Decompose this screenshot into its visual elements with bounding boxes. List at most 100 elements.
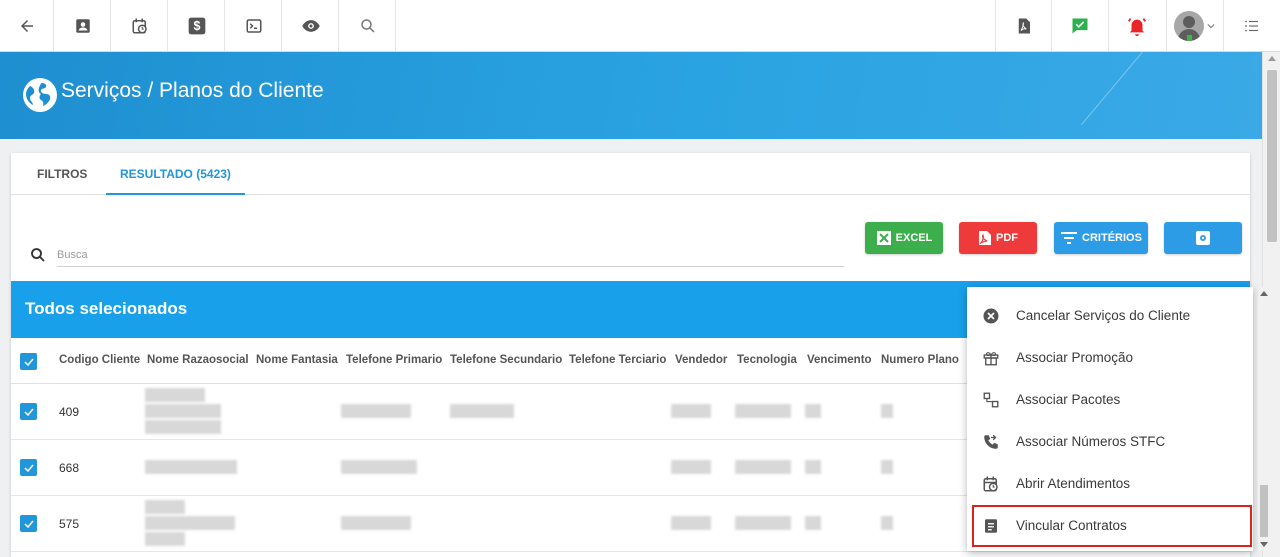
- redacted-cell: [341, 516, 411, 530]
- menu-item-vincular-contratos[interactable]: Vincular Contratos: [972, 505, 1252, 547]
- alarm-bell-icon: [1127, 17, 1146, 36]
- terminal-button[interactable]: [226, 0, 282, 51]
- col-telefone-terciario[interactable]: Telefone Terciario: [569, 354, 666, 366]
- page-header: Serviços / Planos do Cliente: [0, 52, 1262, 139]
- check-icon: [23, 520, 34, 528]
- pdf-icon: [979, 231, 991, 245]
- redacted-cell: [341, 460, 417, 474]
- col-vendedor[interactable]: Vendedor: [675, 354, 727, 366]
- filter-lines-icon: [1061, 232, 1078, 244]
- col-vencimento[interactable]: Vencimento: [807, 354, 872, 366]
- redacted-cell: [145, 460, 237, 474]
- column-settings-button[interactable]: [1164, 222, 1242, 254]
- tab-filtros[interactable]: FILTROS: [23, 153, 101, 195]
- menu-item-label: Abrir Atendimentos: [1016, 476, 1131, 491]
- redacted-cell: [881, 460, 893, 474]
- row-checkbox[interactable]: [20, 459, 37, 476]
- terminal-icon: [246, 18, 261, 33]
- cell-codigo-cliente: 575: [59, 517, 80, 531]
- calendar-clock-icon: [983, 476, 998, 492]
- menu-item-associar-promocao[interactable]: Associar Promoção: [967, 337, 1253, 379]
- view-button[interactable]: [283, 0, 339, 51]
- pdf-label: PDF: [996, 232, 1018, 244]
- user-menu[interactable]: [1166, 0, 1222, 51]
- redacted-cell: [805, 404, 821, 418]
- page-title: Serviços / Planos do Cliente: [61, 79, 324, 102]
- redacted-cell: [735, 460, 791, 474]
- search-button[interactable]: [340, 0, 396, 51]
- selection-text: Todos selecionados: [25, 299, 188, 318]
- col-telefone-secundario[interactable]: Telefone Secundario: [450, 354, 562, 366]
- eye-icon: [301, 19, 320, 32]
- redacted-cell: [145, 500, 185, 514]
- row-checkbox[interactable]: [20, 403, 37, 420]
- gift-icon: [983, 352, 999, 366]
- menu-item-associar-numeros-stfc[interactable]: Associar Números STFC: [967, 421, 1253, 463]
- globe-icon: [23, 78, 57, 112]
- calendar-button[interactable]: [112, 0, 168, 51]
- chevron-down-icon: [1207, 23, 1215, 28]
- redacted-cell: [805, 516, 821, 530]
- redacted-cell: [671, 404, 711, 418]
- pdf-export-button[interactable]: PDF: [959, 222, 1037, 254]
- col-numero-plano[interactable]: Numero Plano: [881, 354, 959, 366]
- menu-list-button[interactable]: [1223, 0, 1279, 51]
- menu-item-cancelar-servicos[interactable]: Cancelar Serviços do Cliente: [967, 295, 1253, 337]
- col-nome-razaosocial[interactable]: Nome Razaosocial: [147, 354, 249, 366]
- col-nome-fantasia[interactable]: Nome Fantasia: [256, 354, 338, 366]
- svg-text:$: $: [193, 19, 200, 33]
- pdf-report-button[interactable]: [995, 0, 1051, 51]
- document-icon: [985, 519, 997, 533]
- check-icon: [23, 408, 34, 416]
- redacted-cell: [145, 420, 221, 434]
- financial-button[interactable]: $: [169, 0, 225, 51]
- actions-dropdown-menu: Cancelar Serviços do Cliente Associar Pr…: [967, 287, 1253, 551]
- menu-scrollbar[interactable]: [1258, 287, 1270, 551]
- menu-item-abrir-atendimentos[interactable]: Abrir Atendimentos: [967, 463, 1253, 505]
- menu-item-associar-pacotes[interactable]: Associar Pacotes: [967, 379, 1253, 421]
- redacted-cell: [881, 404, 893, 418]
- excel-export-button[interactable]: EXCEL: [865, 222, 943, 254]
- redacted-cell: [145, 516, 235, 530]
- col-telefone-primario[interactable]: Telefone Primario: [346, 354, 442, 366]
- redacted-cell: [145, 404, 221, 418]
- criterios-button[interactable]: CRITÉRIOS: [1054, 222, 1148, 254]
- redacted-cell: [341, 404, 411, 418]
- redacted-cell: [881, 516, 893, 530]
- row-checkbox[interactable]: [20, 515, 37, 532]
- list-menu-icon: [1244, 20, 1258, 31]
- tab-bar: FILTROS RESULTADO (5423): [11, 153, 1250, 195]
- top-toolbar: $: [0, 0, 1280, 52]
- redacted-cell: [671, 516, 711, 530]
- contact-card-button[interactable]: [55, 0, 111, 51]
- check-icon: [23, 464, 34, 472]
- dollar-icon: $: [188, 17, 205, 34]
- back-button[interactable]: [0, 0, 54, 51]
- search-input[interactable]: [57, 243, 844, 267]
- packages-icon: [983, 392, 999, 408]
- select-all-checkbox[interactable]: [20, 353, 37, 370]
- messages-button[interactable]: [1051, 0, 1107, 51]
- excel-icon: [876, 231, 891, 245]
- menu-item-label: Vincular Contratos: [1016, 518, 1127, 533]
- menu-item-label: Associar Promoção: [1016, 350, 1134, 365]
- avatar: [1174, 10, 1204, 41]
- redacted-cell: [145, 388, 205, 402]
- calendar-clock-icon: [132, 18, 147, 33]
- cell-codigo-cliente: 668: [59, 461, 80, 475]
- col-codigo-cliente[interactable]: Codigo Cliente: [59, 354, 140, 366]
- check-icon: [23, 358, 34, 366]
- tab-resultado[interactable]: RESULTADO (5423): [106, 153, 245, 195]
- menu-item-label: Associar Números STFC: [1016, 434, 1166, 449]
- contact-card-icon: [75, 18, 90, 33]
- redacted-cell: [805, 460, 821, 474]
- redacted-cell: [735, 404, 791, 418]
- cell-codigo-cliente: 409: [59, 405, 80, 419]
- col-tecnologia[interactable]: Tecnologia: [737, 354, 797, 366]
- alerts-button[interactable]: [1108, 0, 1164, 51]
- redacted-cell: [735, 516, 791, 530]
- back-arrow-icon: [20, 19, 33, 32]
- search-icon: [360, 18, 375, 33]
- search-icon: [31, 248, 45, 262]
- cancel-circle-icon: [983, 308, 999, 324]
